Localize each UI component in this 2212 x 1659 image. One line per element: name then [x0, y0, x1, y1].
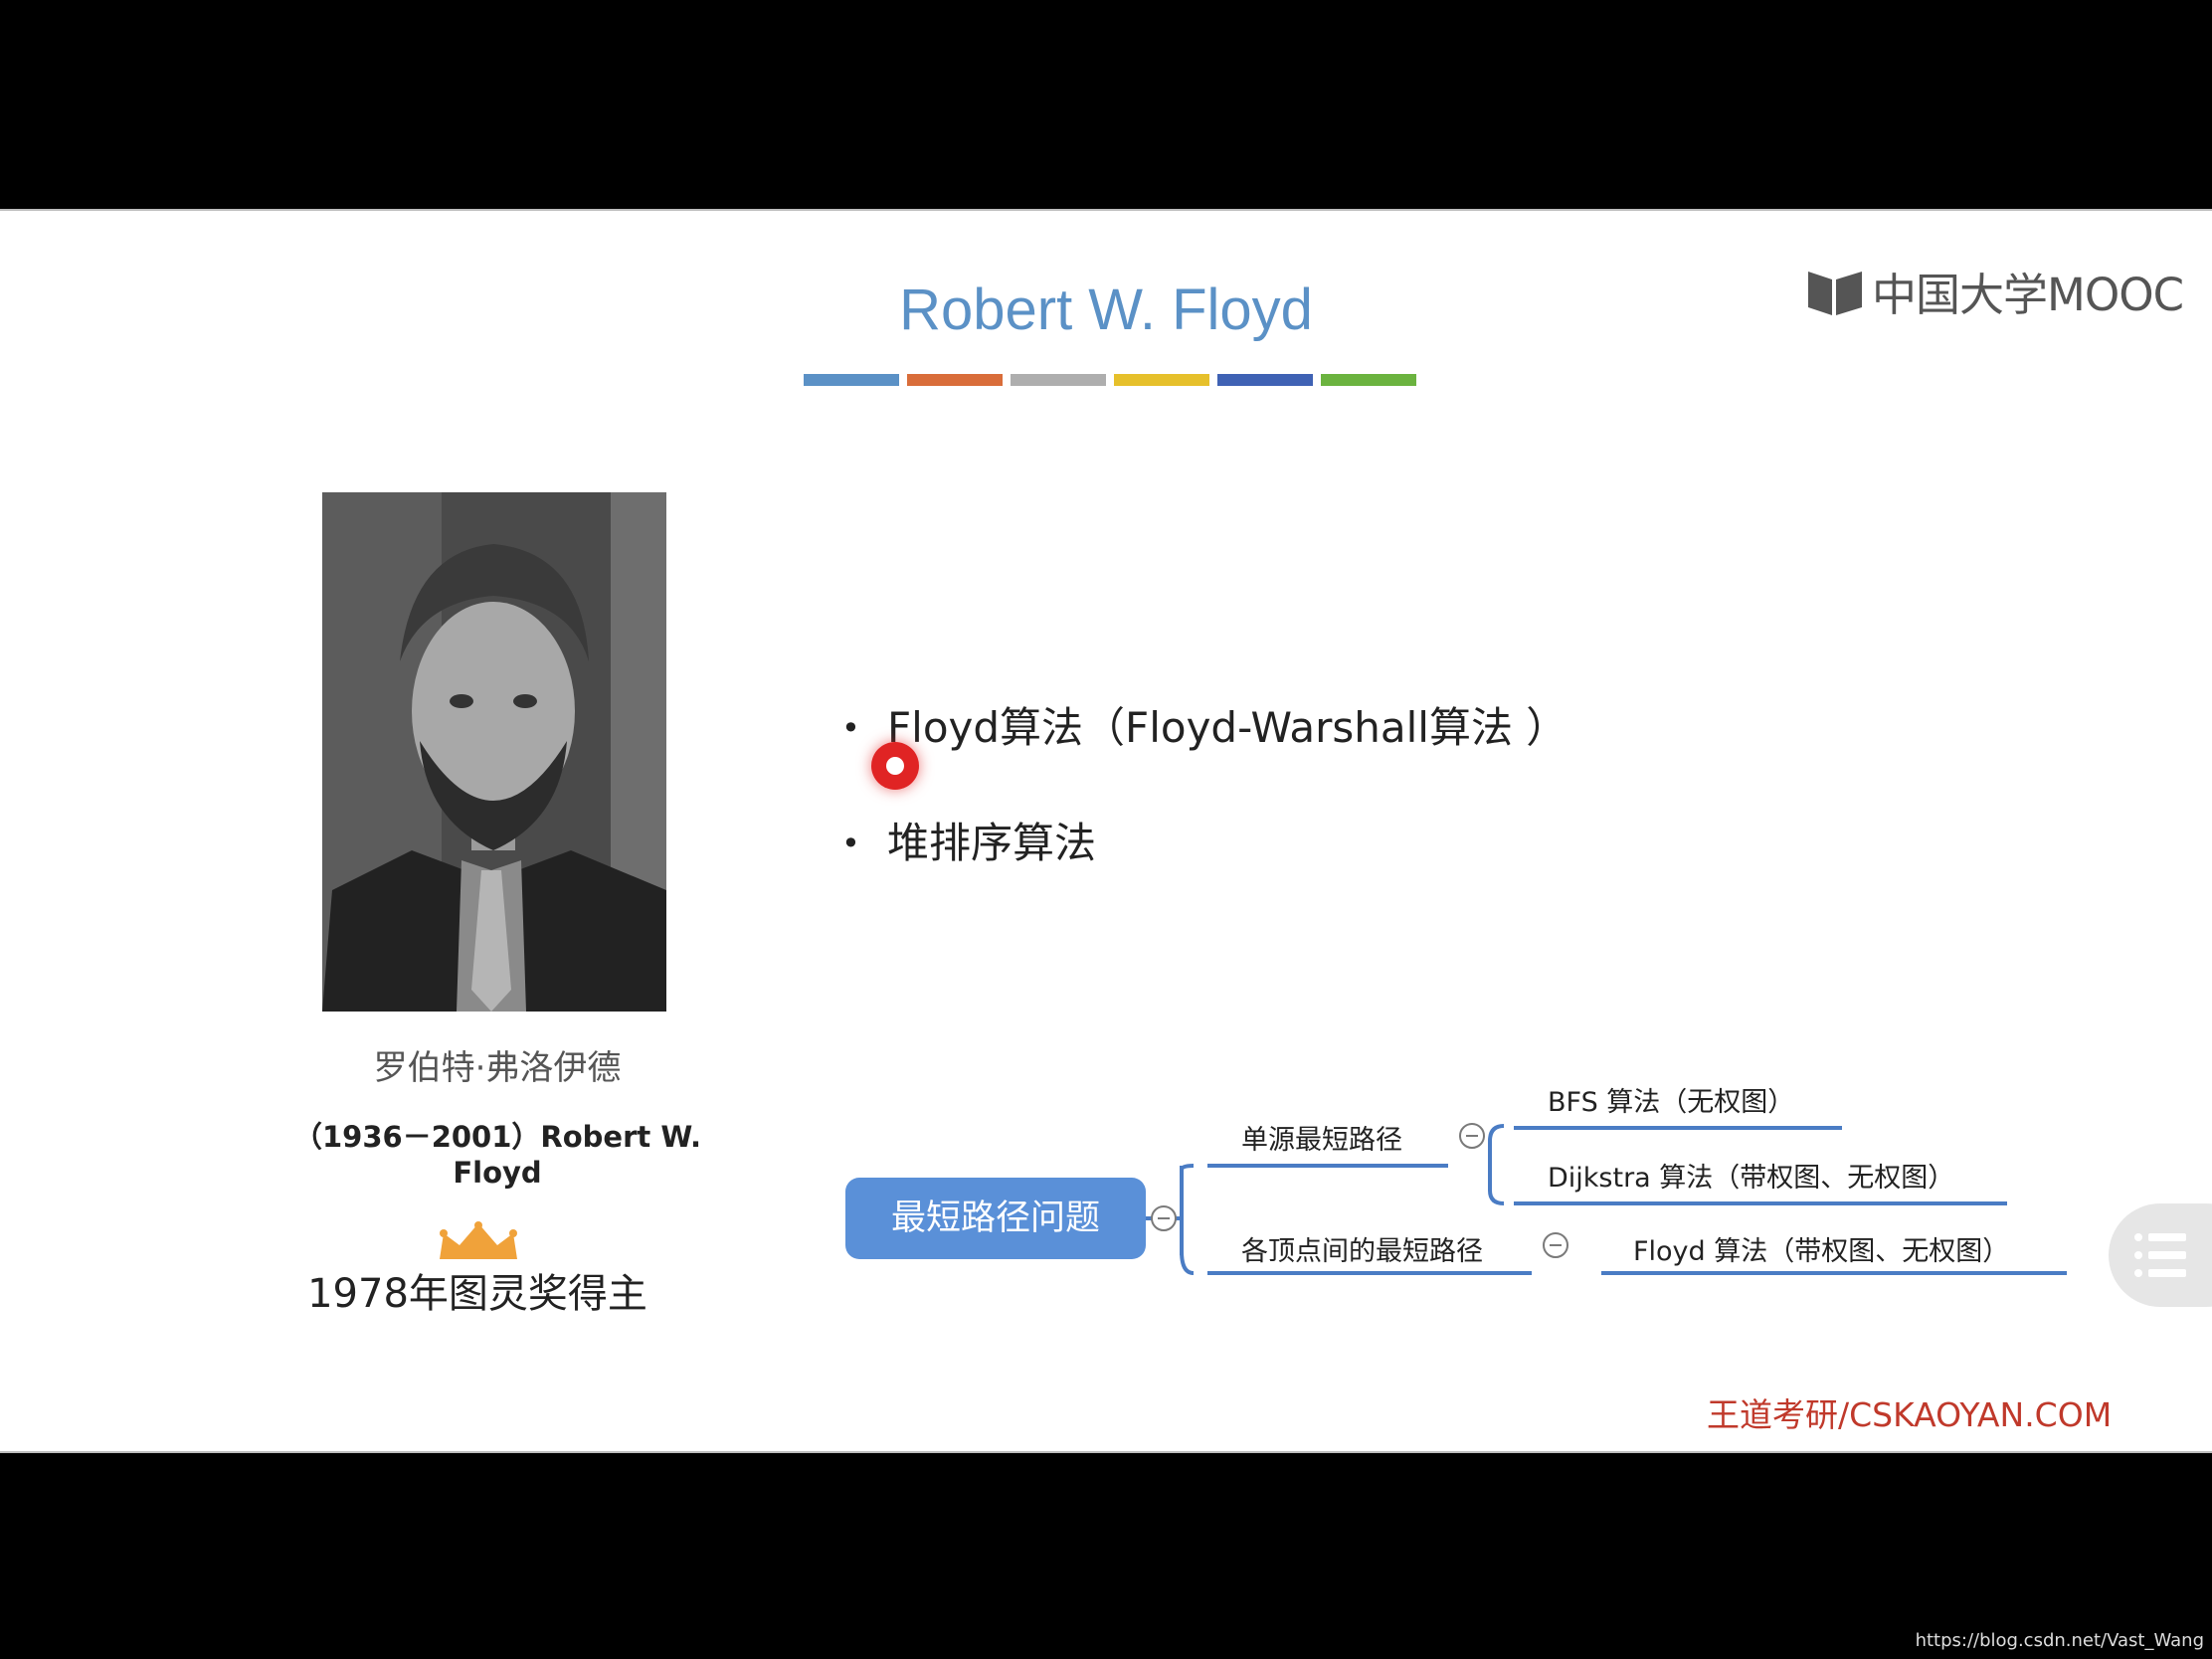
mindmap: 最短路径问题 单源最短路径 各顶点间的最短路径 BFS 算法（无权图） Dijk… [0, 211, 2212, 1451]
menu-line [2134, 1269, 2212, 1277]
mindmap-leaf-floyd: Floyd 算法（带权图、无权图） [1633, 1236, 2010, 1267]
menu-line [2134, 1251, 2212, 1259]
slide: Robert W. Floyd 中国大学MOOC 罗伯特·弗洛伊德 （1936－… [0, 209, 2212, 1453]
mindmap-leaf-dijkstra: Dijkstra 算法（带权图、无权图） [1548, 1163, 1955, 1194]
csdn-watermark: https://blog.csdn.net/Vast_Wang [1915, 1630, 2204, 1651]
mindmap-branch-single-source: 单源最短路径 [1241, 1125, 1402, 1156]
menu-line [2134, 1233, 2212, 1241]
mindmap-branch-all-pairs: 各顶点间的最短路径 [1241, 1236, 1483, 1267]
playlist-menu-button[interactable] [2109, 1203, 2212, 1307]
cskaoyan-brand: 王道考研/CSKAOYAN.COM [1707, 1395, 2113, 1434]
mindmap-leaf-bfs: BFS 算法（无权图） [1548, 1087, 1795, 1118]
mindmap-root-node: 最短路径问题 [845, 1178, 1146, 1259]
